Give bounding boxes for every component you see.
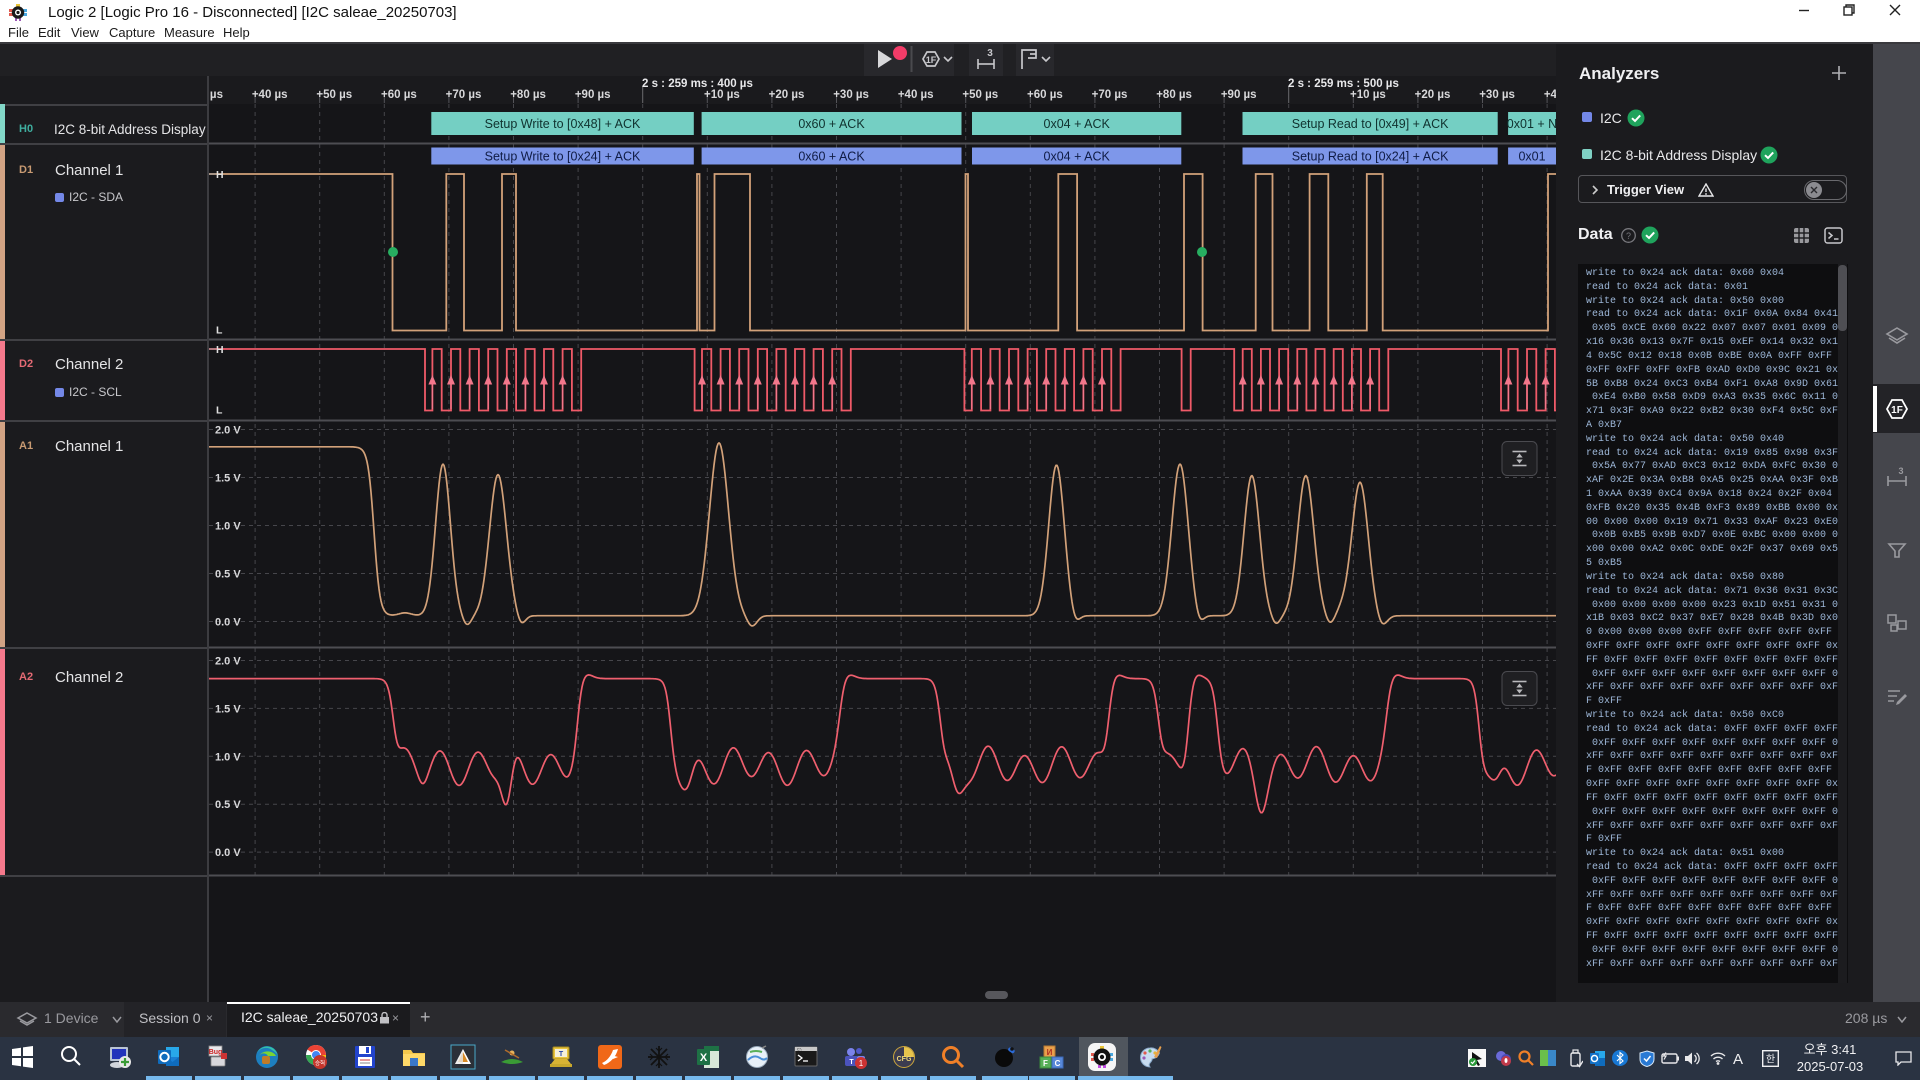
svg-text:CFG: CFG	[897, 1056, 912, 1063]
svg-text:0x60 + ACK: 0x60 + ACK	[798, 150, 865, 164]
svg-text:2.0 V: 2.0 V	[215, 656, 241, 668]
svg-text:+10 µs: +10 µs	[1350, 89, 1386, 101]
svg-text:+40 µs: +40 µs	[252, 89, 288, 101]
svg-text:3: 3	[987, 48, 993, 59]
svg-text:0x60 + ACK: 0x60 + ACK	[798, 117, 865, 131]
svg-text:0.5 V: 0.5 V	[215, 569, 241, 581]
svg-text:И: И	[1047, 1048, 1053, 1057]
svg-text:+70 µs: +70 µs	[446, 89, 482, 101]
svg-text:+70 µs: +70 µs	[1092, 89, 1128, 101]
svg-text:2.0 V: 2.0 V	[215, 425, 241, 437]
svg-text:0x04 + ACK: 0x04 + ACK	[1044, 150, 1111, 164]
svg-text:1.5 V: 1.5 V	[215, 703, 241, 715]
svg-text:2 s : 259 ms : 500 µs: 2 s : 259 ms : 500 µs	[1288, 78, 1399, 90]
svg-text:L: L	[216, 405, 223, 417]
svg-text:+10 µs: +10 µs	[704, 89, 740, 101]
svg-text:1F: 1F	[926, 55, 937, 65]
svg-text:+60 µs: +60 µs	[1027, 89, 1063, 101]
svg-text:+90 µs: +90 µs	[1221, 89, 1257, 101]
svg-text:3: 3	[1898, 466, 1903, 476]
svg-text:C:\: C:\	[797, 1048, 802, 1052]
svg-text:0.0 V: 0.0 V	[215, 617, 241, 629]
svg-text:1: 1	[859, 1059, 864, 1068]
svg-text:1.5 V: 1.5 V	[215, 473, 241, 485]
svg-text:0x01 + N: 0x01 + N	[1507, 117, 1556, 131]
svg-text:H: H	[216, 344, 224, 356]
svg-text:Setup Write to [0x24] + ACK: Setup Write to [0x24] + ACK	[485, 150, 641, 164]
svg-text:+50 µs: +50 µs	[962, 89, 998, 101]
svg-text:+30 µs: +30 µs	[209, 89, 223, 101]
svg-text:2 s : 259 ms : 400 µs: 2 s : 259 ms : 400 µs	[642, 78, 753, 90]
svg-text:Bug: Bug	[209, 1049, 223, 1056]
svg-text:1.0 V: 1.0 V	[215, 521, 241, 533]
svg-text:1F: 1F	[1891, 405, 1903, 416]
svg-text:C: C	[1055, 1059, 1061, 1068]
svg-text:+60 µs: +60 µs	[381, 89, 417, 101]
svg-text:+90 µs: +90 µs	[575, 89, 611, 101]
svg-text:Setup Write to [0x48] + ACK: Setup Write to [0x48] + ACK	[485, 117, 641, 131]
svg-text:+80 µs: +80 µs	[510, 89, 546, 101]
svg-text:1.0 V: 1.0 V	[215, 751, 241, 763]
svg-text:+30 µs: +30 µs	[833, 89, 869, 101]
svg-text:승헉: 승헉	[315, 1059, 325, 1067]
svg-text:한: 한	[1766, 1054, 1775, 1066]
svg-text:+80 µs: +80 µs	[1156, 89, 1192, 101]
svg-text:F: F	[1043, 1059, 1048, 1068]
svg-text:Setup Read to [0x24] + ACK: Setup Read to [0x24] + ACK	[1292, 150, 1449, 164]
svg-text:?: ?	[1626, 231, 1631, 241]
svg-text:0x01: 0x01	[1518, 150, 1545, 164]
svg-text:Setup Read to [0x49] + ACK: Setup Read to [0x49] + ACK	[1292, 117, 1449, 131]
svg-text:H: H	[216, 169, 224, 181]
svg-text:L: L	[216, 325, 223, 337]
svg-text:+40 µs: +40 µs	[1544, 89, 1556, 101]
svg-text:0.0 V: 0.0 V	[215, 847, 241, 859]
svg-text:+20 µs: +20 µs	[1415, 89, 1451, 101]
svg-text:0x04 + ACK: 0x04 + ACK	[1044, 117, 1111, 131]
svg-text:T: T	[559, 1051, 564, 1058]
svg-text:+30 µs: +30 µs	[1479, 89, 1515, 101]
svg-text:+20 µs: +20 µs	[769, 89, 805, 101]
svg-text:+50 µs: +50 µs	[316, 89, 352, 101]
svg-text:T: T	[849, 1059, 854, 1066]
svg-text:0.5 V: 0.5 V	[215, 799, 241, 811]
svg-text:X: X	[700, 1052, 708, 1064]
svg-text:+40 µs: +40 µs	[898, 89, 934, 101]
